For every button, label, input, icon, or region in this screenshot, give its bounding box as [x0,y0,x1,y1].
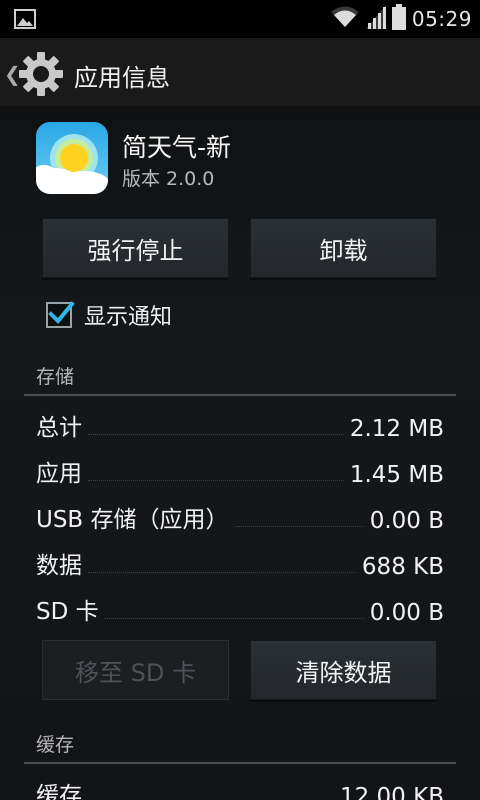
row-label: 缓存 [36,783,82,800]
clock: 05:29 [411,7,472,31]
row-value: 0.00 B [369,600,444,626]
storage-section-title: 存储 [36,366,75,388]
storage-row-app: 应用 1.45 MB [36,454,444,488]
dotted-leader [88,572,356,573]
move-to-sd-button[interactable]: 移至 SD 卡 [42,640,229,700]
row-label: 应用 [36,461,82,487]
storage-divider [24,394,456,396]
gallery-notification-icon [14,9,36,33]
row-label: USB 存储（应用） [36,507,229,533]
storage-row-data: 数据 688 KB [36,546,444,580]
show-notifications-label: 显示通知 [84,305,173,330]
wifi-icon [330,5,360,33]
settings-gear-icon[interactable] [18,51,64,101]
weather-app-icon [36,122,108,194]
cache-row: 缓存 12.00 KB [36,776,444,800]
cache-divider [24,762,456,764]
status-bar: 05:29 [0,0,480,38]
row-label: 总计 [36,415,82,441]
cache-section-title: 缓存 [36,734,75,756]
force-stop-button[interactable]: 强行停止 [42,218,229,278]
row-value: 0.00 B [369,508,444,534]
battery-icon [391,4,406,34]
row-value: 2.12 MB [349,416,444,442]
app-header: 简天气-新 版本 2.0.0 [36,122,456,196]
uninstall-button[interactable]: 卸载 [250,218,437,278]
clear-data-button[interactable]: 清除数据 [250,640,437,700]
storage-row-usb: USB 存储（应用） 0.00 B [36,500,444,534]
signal-icon [365,5,386,33]
app-version: 版本 2.0.0 [122,168,215,190]
dotted-leader [88,480,344,481]
row-label: SD 卡 [36,599,99,625]
row-value: 1.45 MB [349,462,444,488]
dotted-leader [104,618,364,619]
row-value: 12.00 KB [339,784,444,800]
storage-row-total: 总计 2.12 MB [36,408,444,442]
row-label: 数据 [36,553,82,579]
row-value: 688 KB [361,554,444,580]
show-notifications-checkbox[interactable] [46,301,75,328]
action-bar: ❮ 应用信息 [0,38,480,108]
dotted-leader [234,526,364,527]
storage-row-sd: SD 卡 0.00 B [36,592,444,626]
show-notifications-row[interactable]: 显示通知 [46,298,172,332]
app-info-content: 简天气-新 版本 2.0.0 强行停止 卸载 显示通知 存储 总计 2.12 M… [0,108,480,800]
page-title: 应用信息 [74,64,170,92]
dotted-leader [88,434,344,435]
app-name: 简天气-新 [122,133,232,162]
